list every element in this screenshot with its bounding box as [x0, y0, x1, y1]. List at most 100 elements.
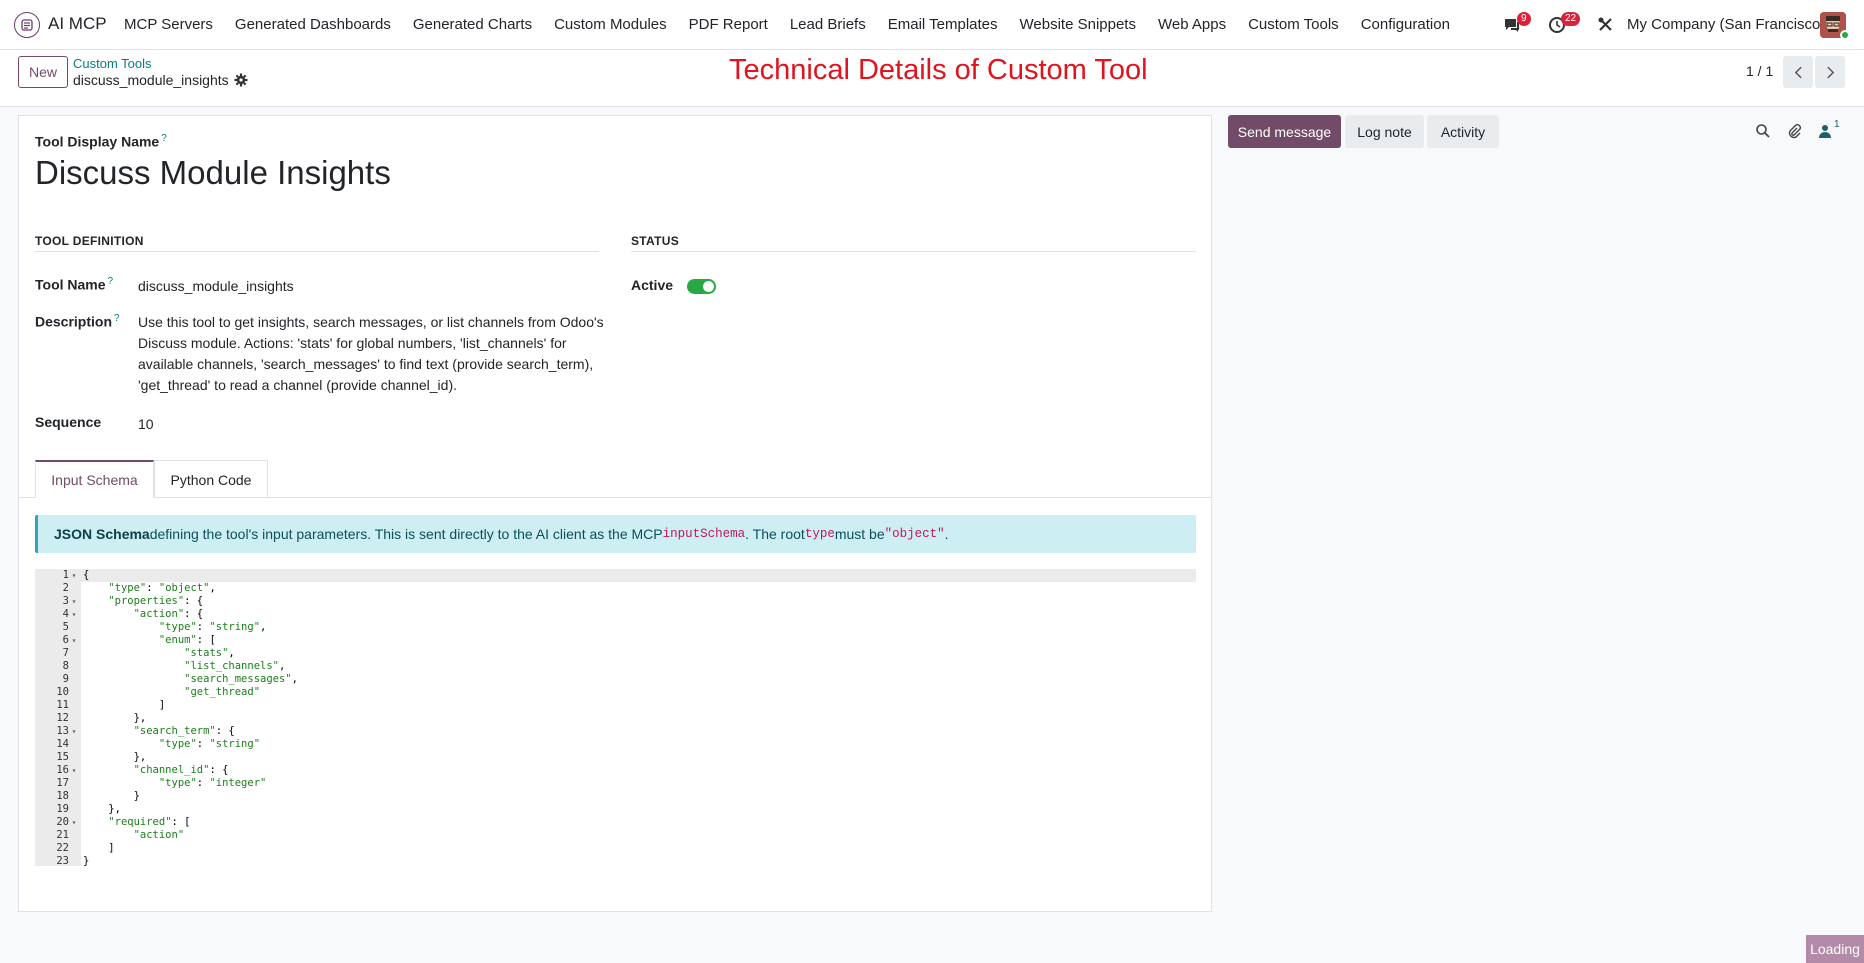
tool-name-field[interactable]: discuss_module_insights: [138, 278, 294, 294]
send-message-button[interactable]: Send message: [1228, 115, 1341, 148]
code-text: "search_messages",: [184, 673, 298, 685]
line-number: 11: [56, 699, 69, 711]
code-line[interactable]: 2 "type": "object",: [35, 582, 1196, 595]
info-code: type: [804, 527, 835, 541]
code-line[interactable]: 12 },: [35, 712, 1196, 725]
tool-definition-heading: TOOL DEFINITION: [35, 234, 144, 248]
line-number: 19: [56, 803, 69, 815]
info-text: must be: [834, 526, 885, 542]
code-line[interactable]: 15 },: [35, 751, 1196, 764]
menu-item-pdf-report[interactable]: PDF Report: [689, 16, 768, 33]
menu-item-custom-tools[interactable]: Custom Tools: [1248, 16, 1339, 33]
help-tooltip-icon[interactable]: ?: [114, 313, 120, 324]
line-number: 10: [56, 686, 69, 698]
code-text: },: [83, 751, 147, 763]
app-menu-icon[interactable]: [14, 12, 40, 38]
fold-arrow-icon[interactable]: ▾: [69, 608, 79, 621]
line-number: 4: [62, 608, 69, 620]
code-line[interactable]: 6 ▾ "enum": [: [35, 634, 1196, 647]
help-tooltip-icon[interactable]: ?: [161, 133, 167, 144]
help-tooltip-icon[interactable]: ?: [108, 276, 114, 287]
menu-item-generated-charts[interactable]: Generated Charts: [413, 16, 532, 33]
fold-arrow-icon[interactable]: ▾: [69, 634, 79, 647]
top-navbar: AI MCP MCP Servers Generated Dashboards …: [0, 0, 1864, 50]
line-number: 3: [62, 595, 69, 607]
pager-value[interactable]: 1 / 1: [1746, 63, 1773, 79]
tab-input-schema[interactable]: Input Schema: [35, 460, 154, 498]
info-code: "object": [884, 527, 945, 541]
code-line[interactable]: 16 ▾ "channel_id": {: [35, 764, 1196, 777]
info-code: inputSchema: [662, 527, 746, 541]
app-name[interactable]: AI MCP: [48, 14, 107, 34]
menu-item-website-snippets[interactable]: Website Snippets: [1020, 16, 1136, 33]
code-line[interactable]: 11 ]: [35, 699, 1196, 712]
description-field[interactable]: Use this tool to get insights, search me…: [138, 312, 608, 396]
display-name-label: Tool Display Name?: [35, 133, 167, 150]
active-toggle[interactable]: [687, 279, 716, 294]
followers-icon[interactable]: [1817, 123, 1833, 139]
code-line[interactable]: 7 "stats",: [35, 647, 1196, 660]
debug-tools-icon[interactable]: [1597, 16, 1614, 33]
breadcrumb-current: discuss_module_insights: [73, 72, 229, 88]
code-line[interactable]: 13 ▾ "search_term": {: [35, 725, 1196, 738]
menu-item-mcp-servers[interactable]: MCP Servers: [124, 16, 213, 33]
sequence-field[interactable]: 10: [138, 416, 154, 432]
pager-next-button[interactable]: [1815, 56, 1845, 88]
code-line[interactable]: 14 "type": "string": [35, 738, 1196, 751]
menu-item-custom-modules[interactable]: Custom Modules: [554, 16, 667, 33]
code-line[interactable]: 22 ]: [35, 842, 1196, 855]
code-line[interactable]: 3 ▾ "properties": {: [35, 595, 1196, 608]
code-line[interactable]: 4 ▾ "action": {: [35, 608, 1196, 621]
paperclip-icon[interactable]: [1786, 123, 1802, 139]
menu-item-email-templates[interactable]: Email Templates: [888, 16, 998, 33]
line-number: 23: [56, 855, 69, 867]
code-line[interactable]: 17 "type": "integer": [35, 777, 1196, 790]
gear-icon[interactable]: [234, 73, 248, 87]
search-icon[interactable]: [1755, 123, 1771, 139]
code-line[interactable]: 10 "get_thread": [35, 686, 1196, 699]
activity-button[interactable]: Activity: [1427, 115, 1499, 148]
code-text: "list_channels",: [184, 660, 286, 672]
menu-item-web-apps[interactable]: Web Apps: [1158, 16, 1226, 33]
fold-arrow-icon[interactable]: ▾: [69, 816, 79, 829]
sequence-label: Sequence: [35, 414, 102, 430]
code-text: "properties": {: [108, 595, 204, 607]
fold-arrow-icon[interactable]: ▾: [69, 595, 79, 608]
section-divider: [631, 251, 1196, 252]
new-button[interactable]: New: [18, 56, 68, 88]
activities-badge: 22: [1561, 12, 1581, 26]
code-line[interactable]: 20 ▾ "required": [: [35, 816, 1196, 829]
json-code-editor[interactable]: 1 ▾{2 "type": "object", 3 ▾ "properties": {…: [35, 569, 1196, 869]
info-text: defining the tool's input parameters. Th…: [149, 526, 663, 542]
line-number: 1: [62, 569, 69, 581]
fold-arrow-icon[interactable]: ▾: [69, 764, 79, 777]
form-sheet: Tool Display Name? Discuss Module Insigh…: [18, 115, 1212, 912]
info-text: . The root: [745, 526, 805, 542]
menu-item-generated-dashboards[interactable]: Generated Dashboards: [235, 16, 391, 33]
fold-arrow-icon[interactable]: ▾: [69, 725, 79, 738]
tab-python-code[interactable]: Python Code: [154, 460, 268, 498]
code-line[interactable]: 1 ▾ {: [35, 569, 1196, 582]
code-line[interactable]: 21 "action": [35, 829, 1196, 842]
info-bold: JSON Schema: [54, 526, 150, 542]
code-line[interactable]: 23}: [35, 855, 1196, 868]
code-line[interactable]: 9 "search_messages",: [35, 673, 1196, 686]
line-number: 12: [56, 712, 69, 724]
fold-arrow-icon[interactable]: ▾: [69, 569, 79, 582]
code-line[interactable]: 5 "type": "string",: [35, 621, 1196, 634]
code-text: {: [83, 569, 90, 581]
company-switcher[interactable]: My Company (San Francisco): [1627, 16, 1825, 33]
log-note-button[interactable]: Log note: [1345, 115, 1424, 148]
menu-item-lead-briefs[interactable]: Lead Briefs: [790, 16, 866, 33]
chevron-right-icon: [1826, 66, 1834, 78]
menu-item-configuration[interactable]: Configuration: [1361, 16, 1450, 33]
code-line[interactable]: 8 "list_channels",: [35, 660, 1196, 673]
pager-previous-button[interactable]: [1783, 56, 1813, 88]
breadcrumb-parent-link[interactable]: Custom Tools: [73, 56, 152, 71]
line-number: 16: [56, 764, 69, 776]
display-name-field[interactable]: Discuss Module Insights: [35, 154, 391, 192]
code-text: "action": {: [133, 608, 204, 620]
code-line[interactable]: 18 }: [35, 790, 1196, 803]
code-text: "get_thread": [184, 686, 261, 698]
code-line[interactable]: 19 },: [35, 803, 1196, 816]
